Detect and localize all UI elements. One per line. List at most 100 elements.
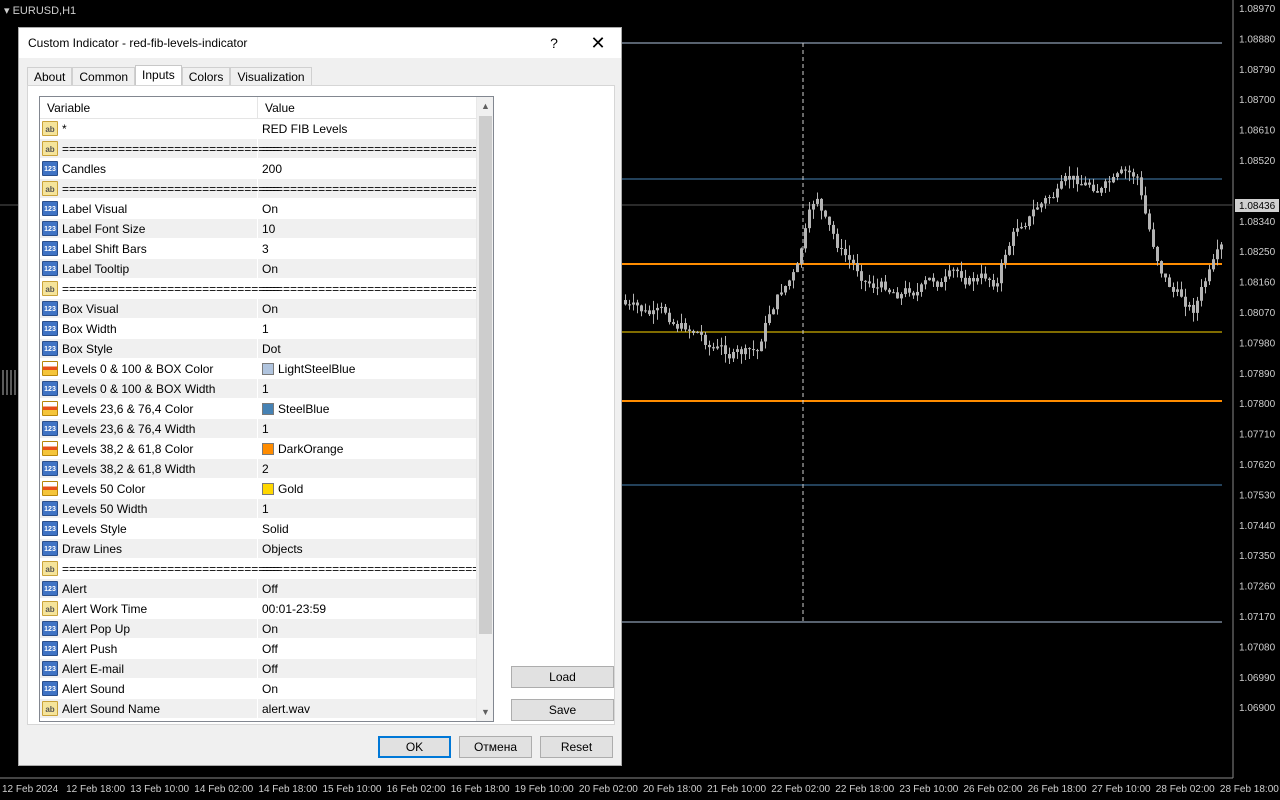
table-row[interactable]: Levels 23,6 & 76,4 Color SteelBlue xyxy=(40,399,493,419)
column-header-value[interactable]: Value xyxy=(258,97,477,118)
value-cell[interactable]: 10 xyxy=(258,219,477,238)
variable-cell: ab Alert Work Time xyxy=(40,599,258,618)
value-cell[interactable]: 1 xyxy=(258,319,477,338)
column-header-variable[interactable]: Variable xyxy=(40,97,258,118)
price-tick-label: 1.07710 xyxy=(1239,430,1276,441)
table-row[interactable]: 123 Alert E-mail Off xyxy=(40,659,493,679)
table-row[interactable]: Levels 50 Color Gold xyxy=(40,479,493,499)
help-button[interactable]: ? xyxy=(539,32,569,54)
candle-body xyxy=(1052,197,1055,199)
value-cell[interactable]: 200 xyxy=(258,159,477,178)
variable-name: Alert xyxy=(62,581,87,596)
table-row[interactable]: 123 Levels Style Solid xyxy=(40,519,493,539)
scroll-down-icon[interactable]: ▼ xyxy=(477,703,493,721)
price-tick-label: 1.07440 xyxy=(1239,521,1276,532)
value-cell[interactable]: ================================ xyxy=(258,179,486,198)
variable-name: Label Font Size xyxy=(62,221,146,236)
table-row[interactable]: Levels 0 & 100 & BOX Color LightSteelBlue xyxy=(40,359,493,379)
value-cell[interactable]: Off xyxy=(258,659,477,678)
value-cell[interactable]: On xyxy=(258,679,477,698)
table-row[interactable]: 123 Candles 200 xyxy=(40,159,493,179)
tab-about[interactable]: About xyxy=(27,67,73,86)
value-cell[interactable]: SteelBlue xyxy=(258,399,477,418)
save-button[interactable]: Save xyxy=(511,699,614,721)
ok-button[interactable]: OK xyxy=(378,736,451,758)
table-row[interactable]: 123 Label Visual On xyxy=(40,199,493,219)
chart-menu-icon[interactable]: ▾ xyxy=(4,5,10,17)
variable-cell: 123 Box Style xyxy=(40,339,258,358)
value-cell[interactable]: ================================ xyxy=(258,559,486,578)
value-cell[interactable]: DarkOrange xyxy=(258,439,477,458)
value-cell[interactable]: 2 xyxy=(258,459,477,478)
table-row[interactable]: 123 Levels 38,2 & 61,8 Width 2 xyxy=(40,459,493,479)
value-cell[interactable]: Objects xyxy=(258,539,477,558)
value-cell[interactable]: On xyxy=(258,259,477,278)
cancel-button[interactable]: Отмена xyxy=(459,736,532,758)
table-row[interactable]: 123 Label Font Size 10 xyxy=(40,219,493,239)
value-cell[interactable]: RED FIB Levels xyxy=(258,119,477,138)
tab-common[interactable]: Common xyxy=(72,67,136,86)
grid-scrollbar[interactable]: ▲ ▼ xyxy=(476,97,493,721)
table-row[interactable]: 123 Box Visual On xyxy=(40,299,493,319)
dialog-titlebar[interactable]: Custom Indicator - red-fib-levels-indica… xyxy=(19,28,621,58)
value-cell[interactable]: On xyxy=(258,299,477,318)
table-row[interactable]: 123 Box Style Dot xyxy=(40,339,493,359)
price-tick-label: 1.08610 xyxy=(1239,126,1276,137)
table-row[interactable]: 123 Alert Sound On xyxy=(40,679,493,699)
load-button[interactable]: Load xyxy=(511,666,614,688)
candle-body xyxy=(1040,203,1043,208)
candle-body xyxy=(936,281,939,287)
table-row[interactable]: 123 Label Shift Bars 3 xyxy=(40,239,493,259)
table-row[interactable]: ab Alert Work Time 00:01-23:59 xyxy=(40,599,493,619)
scroll-thumb[interactable] xyxy=(479,116,492,634)
table-row[interactable]: 123 Levels 0 & 100 & BOX Width 1 xyxy=(40,379,493,399)
value-cell[interactable]: 3 xyxy=(258,239,477,258)
table-row[interactable]: 123 Box Width 1 xyxy=(40,319,493,339)
candle-body xyxy=(980,273,983,279)
variable-name: Levels 50 Color xyxy=(62,481,146,496)
value-cell[interactable]: LightSteelBlue xyxy=(258,359,477,378)
value-cell[interactable]: On xyxy=(258,199,477,218)
value-cell[interactable]: ================================ xyxy=(258,279,486,298)
table-row[interactable]: 123 Alert Push Off xyxy=(40,639,493,659)
table-row[interactable]: 123 Levels 50 Width 1 xyxy=(40,499,493,519)
tab-visualization[interactable]: Visualization xyxy=(230,67,312,86)
table-row[interactable]: Levels 38,2 & 61,8 Color DarkOrange xyxy=(40,439,493,459)
table-row[interactable]: ab * RED FIB Levels xyxy=(40,119,493,139)
scroll-up-icon[interactable]: ▲ xyxy=(477,97,493,115)
value-cell[interactable]: Solid xyxy=(258,519,477,538)
reset-button[interactable]: Reset xyxy=(540,736,613,758)
table-row[interactable]: ab =============================== =======… xyxy=(40,179,493,199)
table-row[interactable]: 123 Alert Pop Up On xyxy=(40,619,493,639)
variable-cell: 123 Label Tooltip xyxy=(40,259,258,278)
value-cell[interactable]: alert.wav xyxy=(258,699,477,718)
table-row[interactable]: ab Alert Sound Name alert.wav xyxy=(40,699,493,719)
table-row[interactable]: 123 Label Tooltip On xyxy=(40,259,493,279)
value-cell[interactable]: Gold xyxy=(258,479,477,498)
value-cell[interactable]: Off xyxy=(258,579,477,598)
table-row[interactable]: ab =============================== =======… xyxy=(40,279,493,299)
tab-colors[interactable]: Colors xyxy=(181,67,231,86)
table-row[interactable]: ab =============================== =======… xyxy=(40,139,493,159)
table-row[interactable]: 123 Levels 23,6 & 76,4 Width 1 xyxy=(40,419,493,439)
value-cell[interactable]: 1 xyxy=(258,499,477,518)
table-row[interactable]: 123 Alert Off xyxy=(40,579,493,599)
table-row[interactable]: ab =============================== =======… xyxy=(40,559,493,579)
value-cell[interactable]: Dot xyxy=(258,339,477,358)
value-cell[interactable]: On xyxy=(258,619,477,638)
variable-cell: ab Alert Sound Name xyxy=(40,699,258,718)
variable-cell: Levels 23,6 & 76,4 Color xyxy=(40,399,258,418)
inputs-panel: Variable Value ab * RED FIB Levels ab ======… xyxy=(27,85,615,725)
table-row[interactable]: 123 Draw Lines Objects xyxy=(40,539,493,559)
candle-body xyxy=(1096,191,1099,193)
tab-inputs[interactable]: Inputs xyxy=(135,65,182,87)
number-type-icon: 123 xyxy=(42,521,58,536)
value-cell[interactable]: 1 xyxy=(258,419,477,438)
value-cell[interactable]: ================================ xyxy=(258,139,486,158)
close-button[interactable]: ✕ xyxy=(583,32,613,54)
value-cell[interactable]: 1 xyxy=(258,379,477,398)
value-cell[interactable]: Off xyxy=(258,639,477,658)
value-cell[interactable]: 00:01-23:59 xyxy=(258,599,477,618)
variable-value: 1 xyxy=(262,501,269,516)
candle-body xyxy=(1056,188,1059,198)
